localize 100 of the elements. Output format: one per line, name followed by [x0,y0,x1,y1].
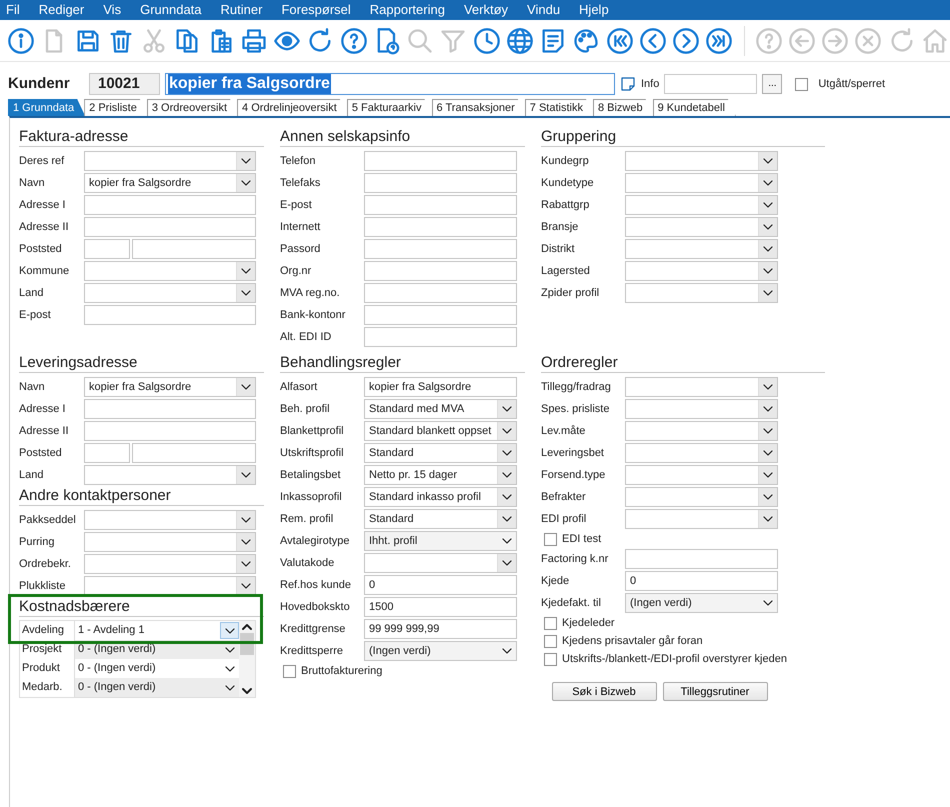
field-label: Kjedefakt. til [541,596,602,611]
field-label: Kundetype [541,176,595,191]
dropdown-field[interactable]: 1 - Avdeling 1 [75,621,239,640]
section-title: Leveringsadresse [19,353,264,373]
input-field[interactable]: 99 999 999,99 [364,619,517,639]
field-label: Lagersted [541,264,591,279]
browse-button[interactable]: ... [762,74,782,94]
field-label: Valutakode [280,556,336,571]
menu-item[interactable]: Vis [101,0,130,20]
checkbox-label: Utgått/sperret [818,76,885,92]
field-label: Navn [19,380,46,395]
checkbox-label: Kjedens prisavtaler går foran [562,634,703,649]
section-title: Kostnadsbærere [19,597,264,617]
field-label: Navn [19,176,46,191]
field-label: Pakkseddel [19,512,77,528]
field-label: Adresse I [19,198,66,213]
dropdown-field[interactable]: Standard inkasso profil [364,487,517,507]
field-label: Factoring k.nr [541,552,610,567]
field-label: Purring [19,534,56,550]
menu-item[interactable]: Fil [4,0,29,20]
dropdown-field[interactable]: Standard blankett oppset [364,421,517,441]
menu-item[interactable]: Forespørsel [279,0,360,20]
field-label: Info [641,76,660,92]
field-label: Passord [280,242,322,257]
field-label: Kundegrp [541,154,590,169]
dropdown-field[interactable]: (Ingen verdi) [625,593,778,613]
field-label: Distrikt [541,242,576,257]
field-label: Ordrebekr. [19,556,72,572]
dropdown-field[interactable]: kopier fra Salgsordre [84,173,256,193]
field-label: Deres ref [19,154,66,169]
field-label: E-post [280,198,313,213]
field-label: Adresse II [19,220,70,235]
dropdown-field[interactable]: (Ingen verdi) [364,641,517,661]
field-label: Betalingsbet [280,468,342,483]
checkbox-label: Kjedeleder [562,616,615,631]
menu-item[interactable]: Rapportering [368,0,454,20]
dropdown-field[interactable]: Netto pr. 15 dager [364,465,517,485]
input-field[interactable]: 0 [364,575,517,595]
dropdown-field[interactable]: Ihht. profil [364,531,517,551]
section-title: Ordreregler [541,353,825,373]
section-title: Gruppering [541,127,825,147]
field-label: Org.nr [280,264,312,279]
input-field[interactable]: 0 [625,571,778,591]
field-label: Plukkliste [19,578,66,594]
field-label: Bransje [541,220,580,235]
section-title: Andre kontaktpersoner [19,486,264,506]
dropdown-field[interactable]: 0 - (Ingen verdi) [75,640,239,659]
field-label: Utskriftsprofil [280,446,345,461]
field-label: Rem. profil [280,512,334,527]
dropdown-field[interactable]: 0 - (Ingen verdi) [75,659,239,678]
field-label: E-post [19,308,52,323]
field-label: EDI profil [541,512,588,527]
input-field[interactable]: 1500 [364,597,517,617]
field-label: Zpider profil [541,286,600,301]
checkbox-label: EDI test [562,532,602,547]
customer-number-field[interactable]: 10021 [89,73,160,95]
field-label: Internett [280,220,322,235]
field-label: Adresse I [19,402,66,417]
field-label: Telefon [280,154,316,169]
field-label: Alfasort [280,380,318,395]
menu-item[interactable]: Rutiner [218,0,272,20]
dropdown-field[interactable]: 0 - (Ingen verdi) [75,678,239,697]
field-label: Kommune [19,264,70,279]
field-label: Tillegg/fradrag [541,380,612,395]
menu-item[interactable]: Verktøy [462,0,518,20]
field-label: Kredittsperre [280,644,344,659]
field-label: Kjede [541,574,570,589]
field-label: Land [19,286,44,301]
menu-item[interactable]: Vindu [525,0,570,20]
dropdown-field[interactable]: kopier fra Salgsordre [84,377,256,397]
field-label: Hovedbokskto [280,600,351,615]
section-title: Faktura-adresse [19,127,264,147]
checkbox-label: Bruttofakturering [301,664,382,679]
action-button[interactable]: Søk i Bizweb [552,682,656,701]
field-label: Beh. profil [280,402,331,417]
section-title: Behandlingsregler [280,353,525,373]
dropdown-field[interactable]: Standard [364,509,517,529]
field-label: Befrakter [541,490,587,505]
field-label: Land [19,468,44,483]
menu-item[interactable]: Rediger [36,0,94,20]
field-label: Telefaks [280,176,322,191]
dropdown-field[interactable]: Standard [364,443,517,463]
field-label: Adresse II [19,424,70,439]
field-label: Forsend.type [541,468,606,483]
field-label: MVA reg.no. [280,286,341,301]
grid-cell: Avdeling [20,621,75,640]
action-button[interactable]: Tilleggsrutiner [662,682,768,701]
menu-item[interactable]: Grunndata [138,0,211,20]
tab[interactable]: 9 Kundetabell [652,99,736,116]
field-label: Spes. prisliste [541,402,610,417]
customer-name-field[interactable]: kopier fra Salgsordre [165,73,615,95]
menu-item[interactable]: Hjelp [577,0,618,20]
tab[interactable]: 1 Grunndata [8,99,86,116]
field-label: Poststed [19,242,63,257]
field-label: Bank-kontonr [280,308,346,323]
dropdown-field[interactable]: Standard med MVA [364,399,517,419]
field-label: Poststed [19,446,63,461]
field-label: Alt. EDI ID [280,330,332,345]
input-field[interactable]: kopier fra Salgsordre [364,377,517,397]
field-label: Avtalegirotype [280,534,351,549]
